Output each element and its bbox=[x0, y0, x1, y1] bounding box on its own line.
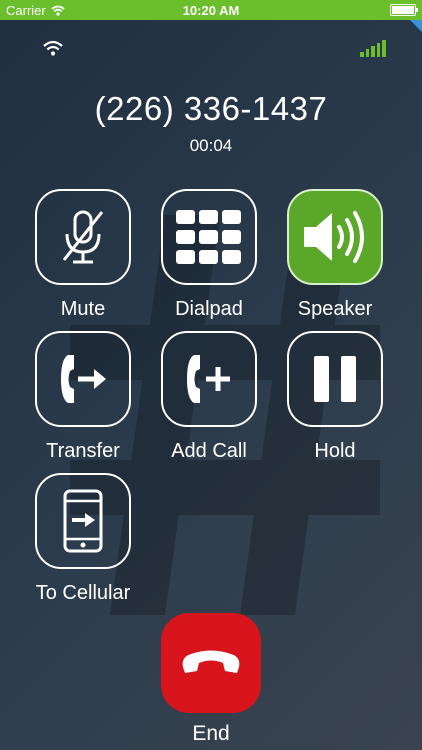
phone-number: (226) 336-1437 bbox=[94, 90, 328, 127]
transfer-label: Transfer bbox=[46, 440, 120, 462]
to-cellular-label: To Cellular bbox=[35, 582, 131, 604]
mic-off-icon bbox=[62, 210, 104, 264]
to-cellular-button[interactable] bbox=[35, 473, 131, 569]
wifi-quality-icon bbox=[43, 40, 63, 56]
pause-icon bbox=[314, 356, 356, 402]
dialpad-icon bbox=[176, 210, 241, 264]
phone-transfer-icon bbox=[63, 489, 103, 553]
hold-label: Hold bbox=[314, 440, 356, 462]
transfer-button[interactable] bbox=[35, 331, 131, 427]
add-call-label: Add Call bbox=[171, 440, 247, 462]
hang-up-icon bbox=[182, 650, 240, 673]
clock: 10:20 AM bbox=[182, 3, 240, 18]
speaker-icon bbox=[304, 211, 364, 263]
end-call-label: End bbox=[192, 722, 230, 745]
mute-button[interactable] bbox=[35, 189, 131, 285]
add-call-button[interactable] bbox=[161, 331, 257, 427]
add-call-icon bbox=[187, 355, 230, 403]
transfer-icon bbox=[61, 355, 106, 403]
speaker-button[interactable] bbox=[287, 189, 383, 285]
dialpad-label: Dialpad bbox=[175, 298, 243, 320]
speaker-label: Speaker bbox=[297, 298, 373, 320]
battery-icon bbox=[390, 4, 418, 16]
hold-button[interactable] bbox=[287, 331, 383, 427]
mute-label: Mute bbox=[60, 298, 106, 320]
call-duration: 00:04 bbox=[189, 136, 233, 155]
status-bar: Carrier 10:20 AM bbox=[0, 0, 422, 20]
signal-strength-icon bbox=[360, 40, 386, 57]
corner-indicator bbox=[410, 20, 422, 32]
dialpad-button[interactable] bbox=[161, 189, 257, 285]
end-call-button[interactable] bbox=[161, 613, 261, 713]
